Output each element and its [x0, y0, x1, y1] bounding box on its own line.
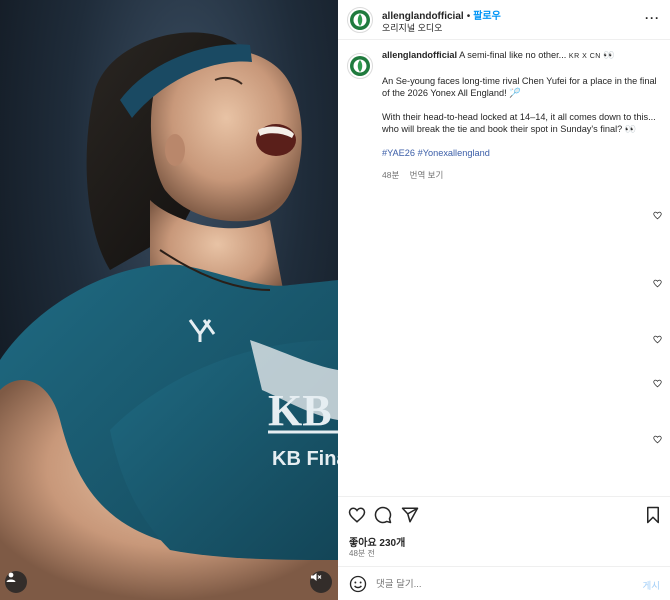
heart-icon[interactable] — [653, 211, 662, 220]
all-england-logo-icon — [350, 56, 370, 76]
caption-line1: A semi-final like no other... — [459, 50, 567, 60]
jersey-logo: KB — [268, 386, 332, 435]
heart-icon[interactable] — [653, 435, 662, 444]
comment-input[interactable] — [376, 575, 616, 593]
eyes-emoji: 👀 — [603, 50, 615, 60]
post-comment-button[interactable]: 게시 — [643, 578, 660, 592]
speaker-muted-icon — [311, 573, 322, 581]
user-icon — [6, 572, 16, 582]
post-actions: 좋아요 230개 48분 전 — [338, 496, 670, 566]
bookmark-icon[interactable] — [644, 506, 662, 524]
caption-line1-suffix: KR X CN — [568, 53, 601, 60]
translate-link[interactable]: 번역 보기 — [410, 170, 444, 180]
header-separator: • — [466, 11, 471, 22]
comment-icon[interactable] — [374, 506, 392, 524]
heart-icon[interactable] — [653, 379, 662, 388]
heart-icon[interactable] — [348, 506, 366, 524]
post-time: 48분 전 — [349, 549, 375, 558]
post-sidebar: allenglandofficial • 팔로우 오리지널 오디오 ··· alle… — [338, 0, 670, 600]
caption-avatar[interactable] — [347, 53, 373, 79]
caption-time: 48분 — [382, 170, 400, 180]
avatar[interactable] — [347, 7, 373, 33]
emoji-icon[interactable] — [349, 575, 367, 593]
post-media[interactable]: KB KB Finance — [0, 0, 338, 600]
all-england-logo-icon — [350, 10, 370, 30]
original-audio-link[interactable]: 오리지널 오디오 — [382, 21, 442, 34]
user-tag-button[interactable] — [5, 571, 27, 593]
athlete-photo: KB KB Finance — [0, 32, 338, 600]
heart-icon[interactable] — [653, 335, 662, 344]
follow-button[interactable]: 팔로우 — [473, 11, 501, 22]
heart-icon[interactable] — [653, 279, 662, 288]
caption-paragraph-2: An Se-young faces long-time rival Chen Y… — [382, 76, 657, 98]
post-header: allenglandofficial • 팔로우 오리지널 오디오 ··· — [338, 0, 670, 40]
caption-username[interactable]: allenglandofficial — [382, 50, 457, 60]
comment-bar: 게시 — [338, 566, 670, 600]
hashtag-yae26[interactable]: #YAE26 — [382, 148, 415, 158]
mute-button[interactable] — [310, 571, 332, 593]
hashtag-yonexallengland[interactable]: #Yonexallengland — [418, 148, 490, 158]
jersey-text: KB Finance — [272, 448, 338, 470]
more-options-icon[interactable]: ··· — [645, 11, 660, 25]
likes-count[interactable]: 좋아요 230개 — [349, 534, 405, 549]
caption-paragraph-3: With their head-to-head locked at 14–14,… — [382, 112, 656, 134]
share-icon[interactable] — [401, 506, 419, 524]
